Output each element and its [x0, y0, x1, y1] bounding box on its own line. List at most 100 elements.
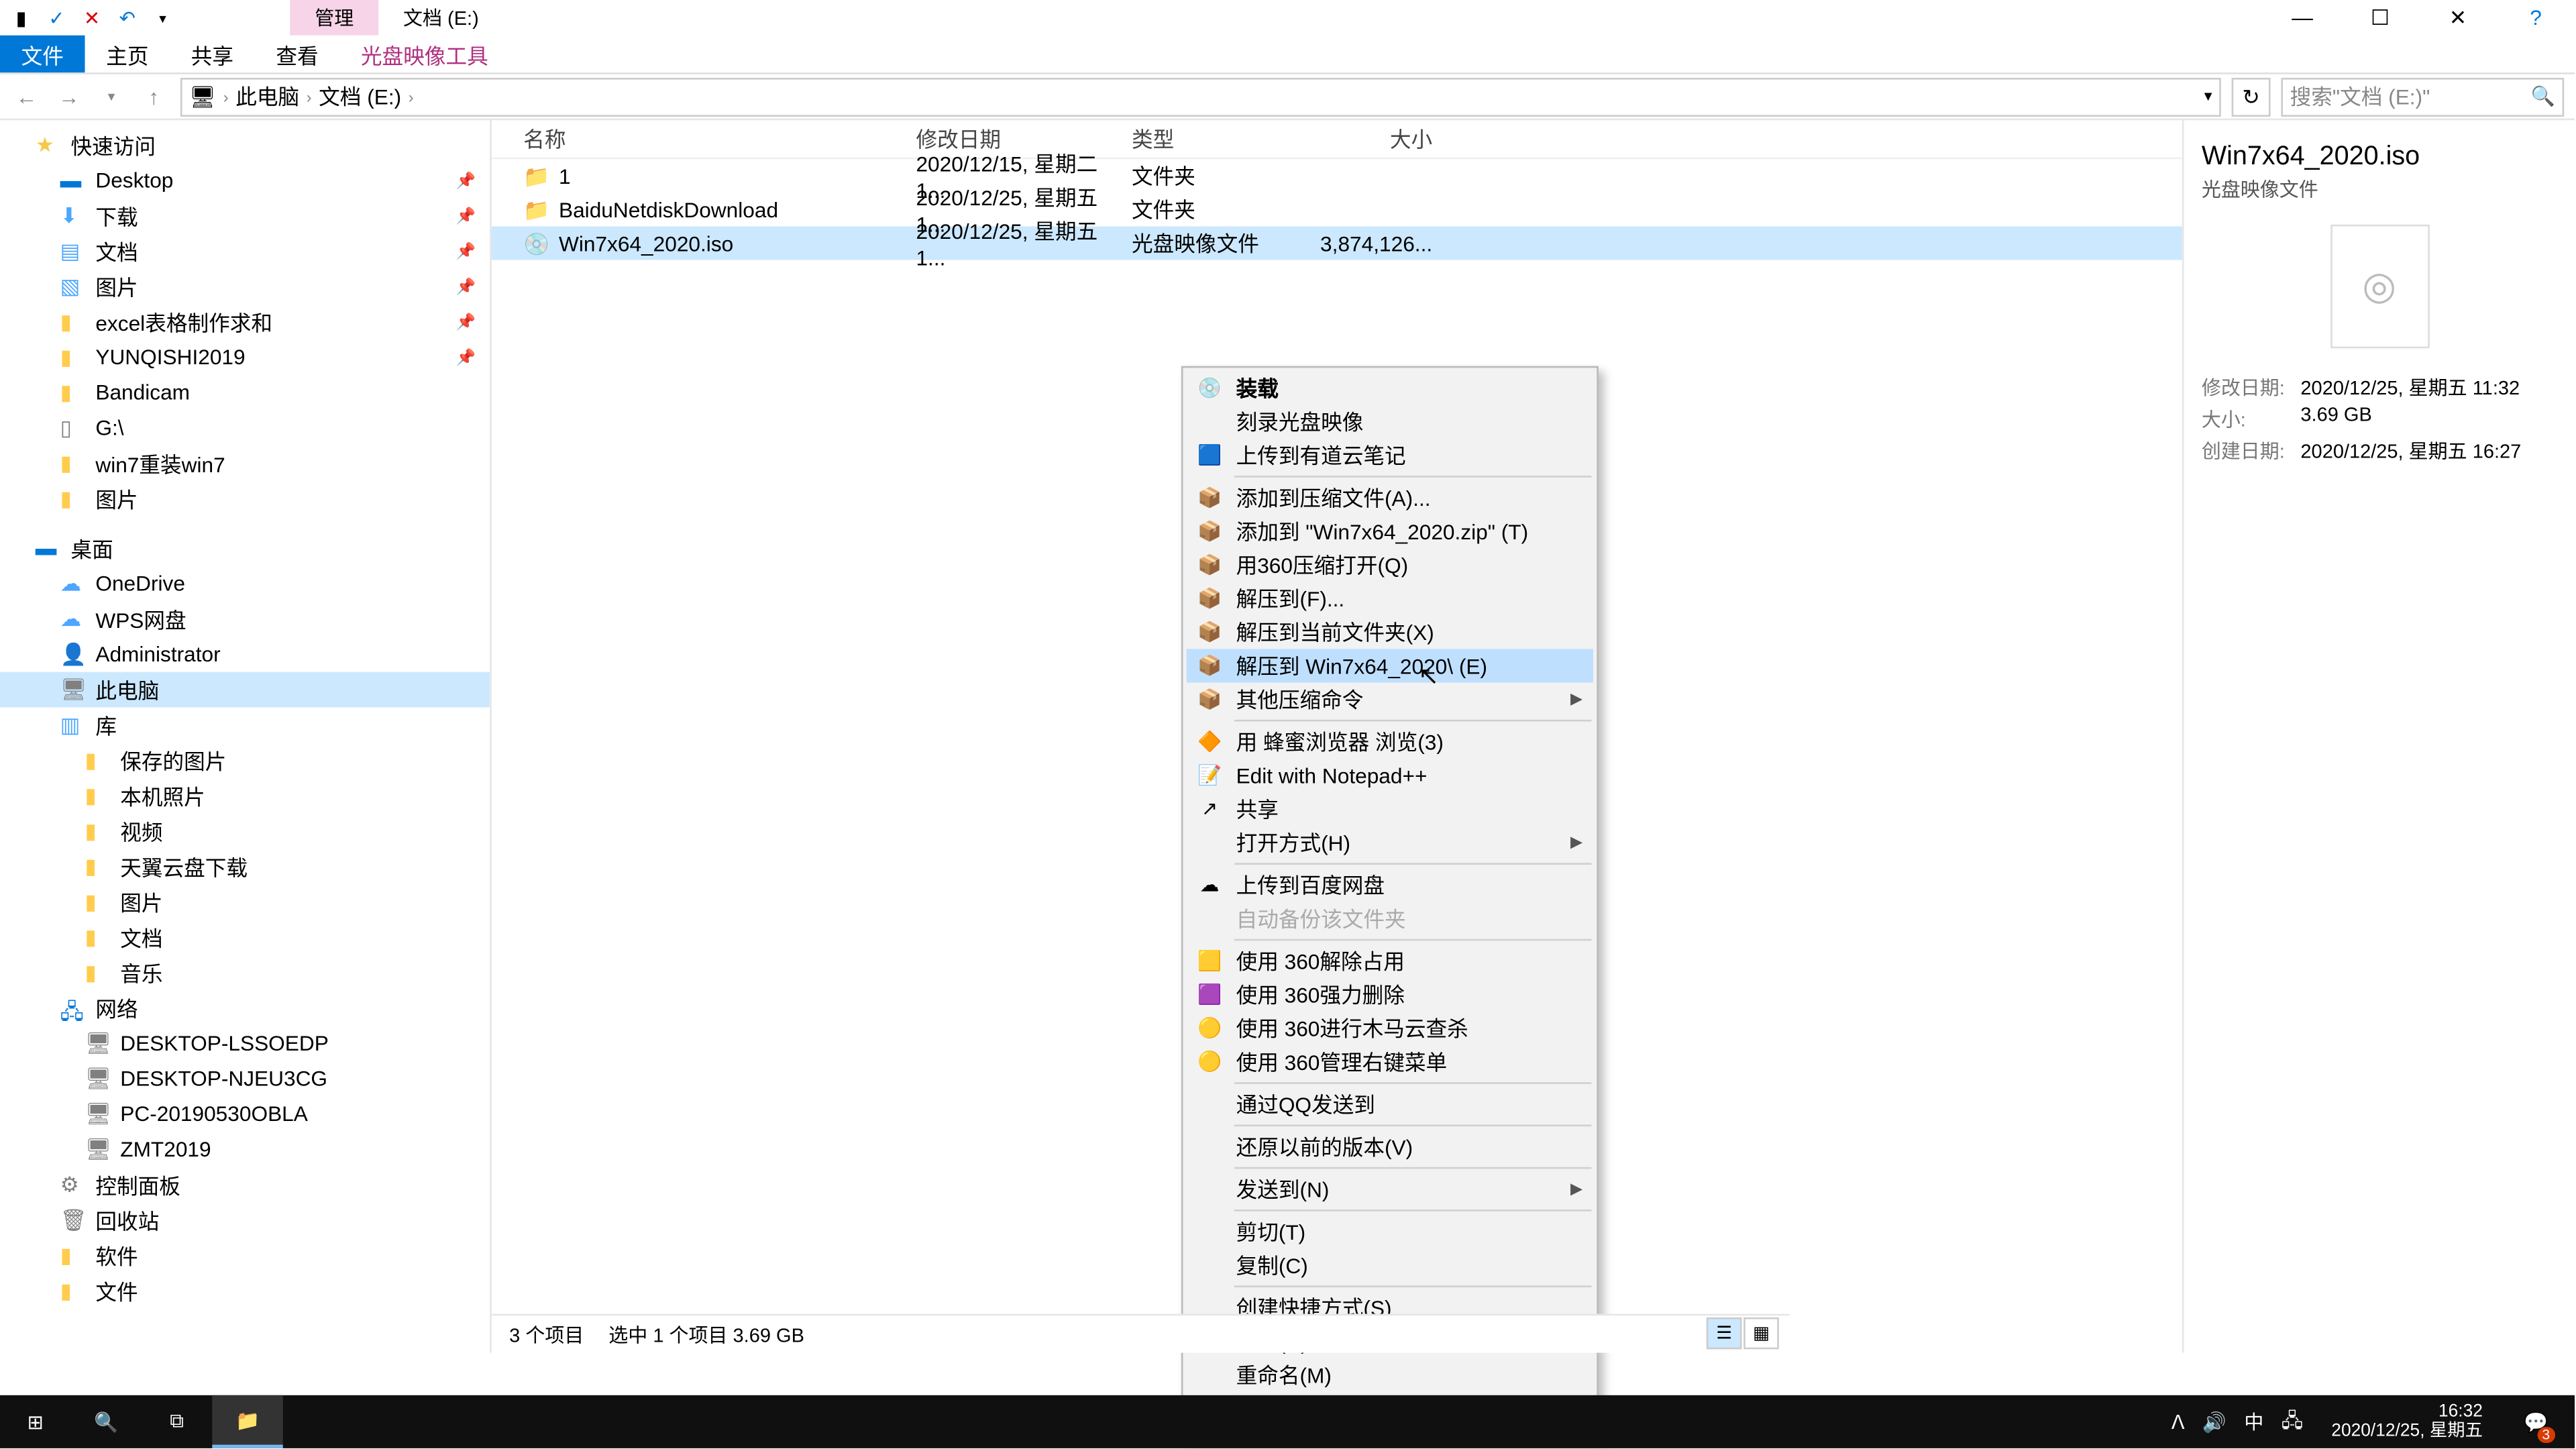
breadcrumb-item[interactable]: 此电脑 — [235, 81, 299, 111]
nav-item[interactable]: ☁WPS网盘 — [0, 601, 490, 637]
ribbon-tab-disc-tools[interactable]: 光盘映像工具 — [339, 36, 509, 72]
nav-item[interactable]: 🗑回收站 — [0, 1202, 490, 1238]
details-view-button[interactable]: ☰ — [1707, 1318, 1742, 1349]
nav-item[interactable]: ▤文档📌 — [0, 233, 490, 269]
ribbon-tab-file[interactable]: 文件 — [0, 36, 85, 72]
nav-item[interactable]: 🖥DESKTOP-LSSOEDP — [0, 1026, 490, 1061]
close-button[interactable]: ✕ — [2419, 0, 2497, 36]
nav-item[interactable]: ⚙控制面板 — [0, 1167, 490, 1203]
menu-item[interactable]: 📦解压到(F)... — [1187, 582, 1593, 615]
nav-item[interactable]: 🖥ZMT2019 — [0, 1132, 490, 1167]
menu-item[interactable]: 🟨使用 360解除占用 — [1187, 945, 1593, 978]
nav-item[interactable]: ▮图片 — [0, 481, 490, 517]
menu-item[interactable]: 🟪使用 360强力删除 — [1187, 978, 1593, 1012]
menu-item[interactable]: 📦用360压缩打开(Q) — [1187, 548, 1593, 582]
nav-item[interactable]: ▮图片 — [0, 884, 490, 920]
nav-item[interactable]: ▬Desktop📌 — [0, 163, 490, 199]
menu-item[interactable]: 还原以前的版本(V) — [1187, 1130, 1593, 1163]
nav-item[interactable]: ★快速访问 — [0, 127, 490, 163]
menu-item[interactable]: 复制(C) — [1187, 1248, 1593, 1282]
nav-item[interactable]: ▮YUNQISHI2019📌 — [0, 339, 490, 375]
chevron-down-icon[interactable]: ▾ — [2204, 87, 2212, 106]
ribbon-tab-share[interactable]: 共享 — [170, 36, 255, 72]
nav-item[interactable]: 🖥DESKTOP-NJEU3CG — [0, 1061, 490, 1097]
ribbon-tab-home[interactable]: 主页 — [85, 36, 170, 72]
menu-item[interactable]: 💿装载 — [1187, 372, 1593, 405]
taskbar-clock[interactable]: 16:32 2020/12/25, 星期五 — [2320, 1402, 2493, 1441]
column-size[interactable]: 大小 — [1309, 124, 1447, 154]
qat-undo-icon[interactable]: ↶ — [113, 3, 142, 32]
action-center-button[interactable]: 💬 3 — [2511, 1395, 2561, 1448]
qat-icon[interactable]: ▮ — [7, 3, 36, 32]
menu-item[interactable]: 🟡使用 360管理右键菜单 — [1187, 1045, 1593, 1079]
nav-item[interactable]: ▯G:\ — [0, 411, 490, 446]
column-name[interactable]: 名称 — [523, 124, 916, 154]
menu-item[interactable]: 🟡使用 360进行木马云查杀 — [1187, 1012, 1593, 1045]
menu-item[interactable]: 通过QQ发送到 — [1187, 1087, 1593, 1121]
network-icon[interactable]: 🖧 — [2282, 1405, 2303, 1438]
nav-item[interactable]: 👤Administrator — [0, 637, 490, 672]
ime-icon[interactable]: 中 — [2244, 1407, 2263, 1436]
refresh-button[interactable]: ↻ — [2232, 77, 2271, 116]
tray-overflow-icon[interactable]: ᐱ — [2171, 1410, 2185, 1433]
nav-forward-button[interactable]: → — [53, 84, 85, 109]
menu-item[interactable]: 📝Edit with Notepad++ — [1187, 759, 1593, 792]
file-row[interactable]: 💿Win7x64_2020.iso2020/12/25, 星期五 1...光盘映… — [492, 226, 2182, 260]
nav-item[interactable]: ⬇下载📌 — [0, 198, 490, 233]
minimize-button[interactable]: — — [2263, 0, 2341, 36]
menu-item[interactable]: 📦其他压缩命令▶ — [1187, 682, 1593, 716]
menu-item[interactable]: 剪切(T) — [1187, 1215, 1593, 1248]
taskbar-explorer-button[interactable]: 📁 — [212, 1395, 282, 1448]
menu-item[interactable]: 刻录光盘映像 — [1187, 405, 1593, 439]
nav-up-button[interactable]: ↑ — [138, 84, 170, 109]
volume-icon[interactable]: 🔊 — [2202, 1410, 2226, 1433]
nav-item[interactable]: ▮文件 — [0, 1273, 490, 1309]
menu-item[interactable]: 打开方式(H)▶ — [1187, 826, 1593, 859]
menu-item[interactable]: 📦解压到当前文件夹(X) — [1187, 615, 1593, 649]
nav-item[interactable]: 🖧网络 — [0, 990, 490, 1026]
contextual-tab-manage[interactable]: 管理 — [290, 0, 378, 36]
file-row[interactable]: 📁12020/12/15, 星期二 1...文件夹 — [492, 159, 2182, 193]
thumbnails-view-button[interactable]: ▦ — [1743, 1318, 1779, 1349]
breadcrumb-item[interactable]: 文档 (E:) — [319, 81, 401, 111]
column-type[interactable]: 类型 — [1132, 124, 1309, 154]
menu-item[interactable]: 🟦上传到有道云笔记 — [1187, 439, 1593, 472]
nav-item[interactable]: 🖥此电脑 — [0, 672, 490, 708]
nav-item[interactable]: ▮Bandicam — [0, 375, 490, 411]
start-button[interactable]: ⊞ — [0, 1395, 70, 1448]
nav-item[interactable]: ▮天翼云盘下载 — [0, 849, 490, 884]
taskbar-search-button[interactable]: 🔍 — [70, 1395, 141, 1448]
nav-item[interactable]: ▮文档 — [0, 920, 490, 955]
nav-item[interactable]: ▮音乐 — [0, 955, 490, 990]
menu-item[interactable]: 📦添加到 "Win7x64_2020.zip" (T) — [1187, 515, 1593, 548]
nav-item[interactable]: ▮excel表格制作求和📌 — [0, 304, 490, 339]
nav-item[interactable]: ▮软件 — [0, 1238, 490, 1273]
menu-item[interactable]: 📦解压到 Win7x64_2020\ (E) — [1187, 649, 1593, 682]
nav-item[interactable]: ▥库 — [0, 707, 490, 743]
ribbon-tab-view[interactable]: 查看 — [255, 36, 340, 72]
breadcrumb[interactable]: 🖥 › 此电脑 › 文档 (E:) › ▾ — [180, 77, 2221, 116]
help-button[interactable]: ? — [2497, 0, 2575, 36]
nav-item[interactable]: ▮本机照片 — [0, 778, 490, 814]
menu-item[interactable]: 🔶用 蜂蜜浏览器 浏览(3) — [1187, 725, 1593, 759]
menu-item[interactable]: 发送到(N)▶ — [1187, 1173, 1593, 1206]
task-view-button[interactable]: ⧉ — [142, 1395, 212, 1448]
nav-item[interactable]: ▮win7重装win7 — [0, 445, 490, 481]
nav-item[interactable]: ▬桌面 — [0, 531, 490, 566]
qat-dropdown-icon[interactable]: ▾ — [148, 3, 176, 32]
nav-item[interactable]: 🖥PC-20190530OBLA — [0, 1096, 490, 1132]
menu-item[interactable]: 重命名(M) — [1187, 1358, 1593, 1391]
nav-item[interactable]: ▧图片📌 — [0, 269, 490, 305]
nav-item[interactable]: ▮视频 — [0, 814, 490, 849]
menu-item[interactable]: 📦添加到压缩文件(A)... — [1187, 481, 1593, 515]
file-row[interactable]: 📁BaiduNetdiskDownload2020/12/25, 星期五 1..… — [492, 193, 2182, 226]
nav-item[interactable]: ☁OneDrive — [0, 566, 490, 602]
search-input[interactable]: 搜索"文档 (E:)" 🔍 — [2281, 77, 2564, 116]
nav-back-button[interactable]: ← — [11, 84, 42, 109]
nav-item[interactable]: ▮保存的图片 — [0, 743, 490, 778]
menu-item[interactable]: ☁上传到百度网盘 — [1187, 868, 1593, 902]
qat-delete-icon[interactable]: ✕ — [78, 3, 106, 32]
maximize-button[interactable]: ☐ — [2341, 0, 2419, 36]
qat-save-icon[interactable]: ✓ — [42, 3, 70, 32]
chevron-down-icon[interactable]: ▾ — [95, 89, 127, 105]
